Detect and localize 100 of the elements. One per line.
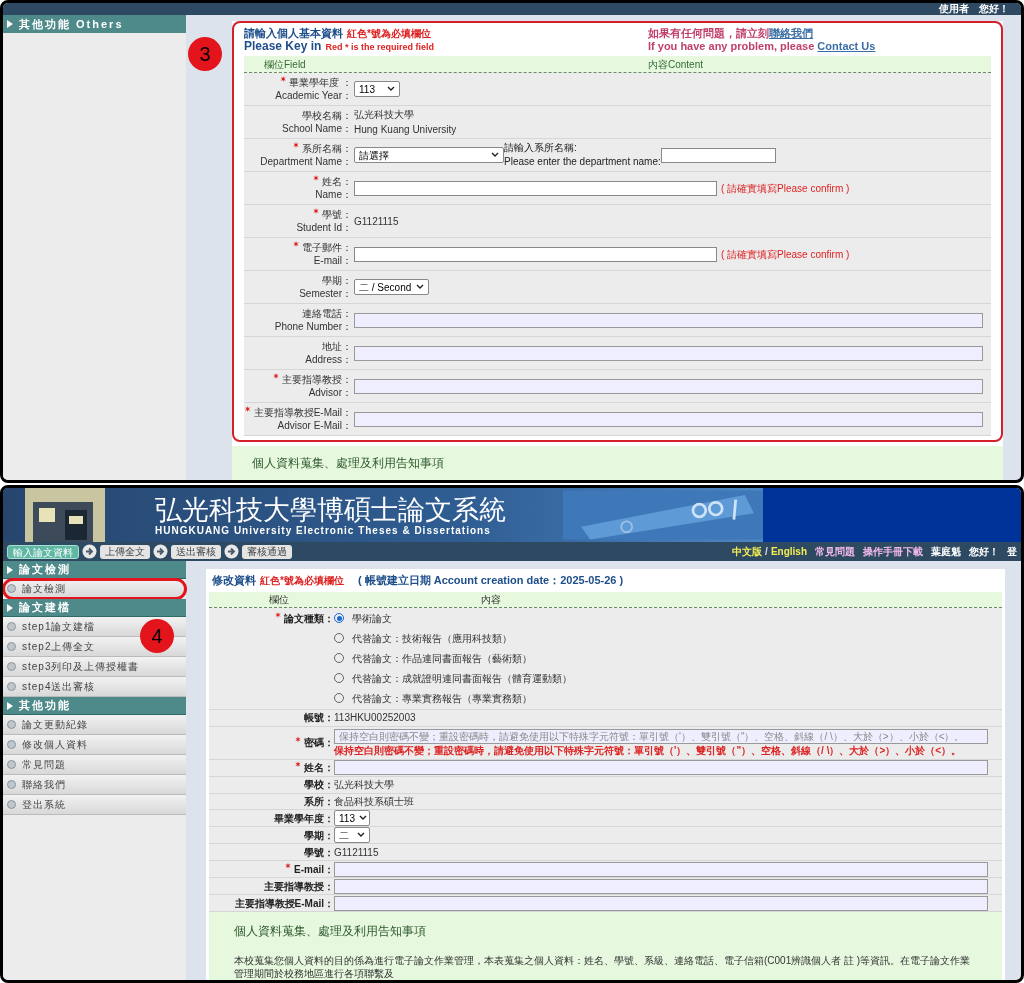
- dropdown-select[interactable]: 二: [334, 827, 370, 844]
- greeting-text: 您好！: [969, 545, 999, 559]
- step-tab[interactable]: 審核通過: [242, 544, 292, 559]
- field-label: E-mail：: [285, 861, 334, 877]
- field-label: Department Name：: [260, 155, 352, 168]
- field-label: School Name：: [281, 122, 352, 135]
- chevron-down-icon: [357, 832, 365, 839]
- sidebar-section-header[interactable]: 論文建檔: [3, 599, 186, 617]
- dropdown-select[interactable]: 113: [334, 810, 370, 827]
- required-note: 紅色*號為必填欄位: [347, 27, 431, 40]
- notice-title: 個人資料蒐集、處理及利用告知事項: [234, 922, 427, 940]
- header-link[interactable]: 操作手冊下載: [863, 544, 923, 559]
- input-field[interactable]: [354, 411, 983, 427]
- bullet-icon: [7, 622, 16, 631]
- field-label: 系所：: [304, 795, 334, 809]
- form-title: Please Key in: [244, 40, 322, 53]
- sidebar-item[interactable]: step3列印及上傳授權書: [3, 657, 186, 677]
- input-field[interactable]: [660, 147, 776, 163]
- radio-label: 學術論文: [352, 611, 392, 626]
- language-link[interactable]: 中文版: [732, 544, 763, 559]
- bullet-icon: [7, 800, 16, 809]
- required-note: 紅色*號為必填欄位: [260, 574, 344, 589]
- field-label: 論文種類：: [275, 610, 334, 626]
- chevron-down-icon: [416, 284, 424, 290]
- system-subtitle: HUNGKUANG University Electronic Theses & Dissertations: [155, 526, 492, 536]
- field-label: Advisor E-Mail：: [277, 419, 352, 432]
- field-label: 學號：: [304, 845, 334, 860]
- radio-label: 代替論文：技術報告（應用科技類）: [352, 631, 512, 646]
- greeting-text: 使用者 您好！: [939, 3, 1009, 15]
- chevron-down-icon: [387, 86, 395, 92]
- radio-label: 代替論文：作品連同書面報告（藝術類）: [352, 651, 532, 666]
- input-field[interactable]: [334, 861, 988, 877]
- bullet-icon: [7, 584, 16, 593]
- field-label: Advisor：: [308, 386, 352, 399]
- bullet-icon: [7, 642, 16, 651]
- chevron-down-icon: [491, 152, 499, 158]
- field-label: 學校：: [304, 778, 334, 793]
- column-header: 內容Content: [648, 57, 704, 72]
- language-separator: /: [765, 545, 768, 559]
- step-tab[interactable]: 送出審核: [171, 544, 221, 559]
- sidebar-item[interactable]: 聯絡我們: [3, 775, 186, 795]
- sidebar-item[interactable]: 修改個人資料: [3, 735, 186, 755]
- dropdown-select[interactable]: 請選擇: [354, 147, 504, 163]
- field-label: 主要指導教授：: [273, 373, 352, 386]
- dropdown-select[interactable]: 113: [354, 81, 400, 97]
- field-value: 食品科技系碩士班: [334, 795, 414, 809]
- sidebar-section-header[interactable]: 其他功能: [3, 697, 186, 715]
- field-label: 主要指導教授：: [264, 879, 334, 894]
- step-tab[interactable]: 上傳全文: [100, 544, 150, 559]
- sidebar-item[interactable]: 論文更動紀錄: [3, 715, 186, 735]
- field-value: Hung Kuang University: [354, 123, 457, 136]
- input-field[interactable]: [354, 246, 717, 262]
- notice-title: 個人資料蒐集、處理及利用告知事項: [252, 456, 444, 470]
- header-link[interactable]: 常見問題: [815, 544, 855, 559]
- system-title: 弘光科技大學博碩士論文系統: [155, 494, 506, 526]
- sidebar-item[interactable]: 論文檢測: [3, 579, 186, 599]
- field-value: G1121115: [354, 214, 399, 229]
- column-header: 內容: [481, 592, 501, 607]
- input-field[interactable]: [354, 345, 983, 361]
- account-creation-date: ( 帳號建立日期 Account creation date：2025-05-26 ): [357, 573, 624, 589]
- sidebar-item[interactable]: 常見問題: [3, 755, 186, 775]
- confirm-note: ( 請確實填寫Please confirm ): [721, 247, 850, 262]
- password-field[interactable]: 保持空白則密碼不變；重設密碼時，請避免使用以下特殊字元符號：單引號（'）、雙引號（"）、空格、斜線（/ \）、大於（>）、小於（<）。: [334, 728, 988, 744]
- field-label: 主要指導教授E-Mail：: [234, 896, 334, 911]
- input-field[interactable]: [334, 760, 988, 776]
- field-value: 113HKU00252003: [334, 711, 416, 726]
- sidebar-section-header[interactable]: 其他功能 Others: [3, 15, 186, 33]
- logout-link[interactable]: 登: [1007, 544, 1017, 559]
- field-label: 學校名稱：: [302, 109, 352, 122]
- bullet-icon: [7, 780, 16, 789]
- contact-link[interactable]: Contact Us: [817, 40, 876, 53]
- bullet-icon: [7, 740, 16, 749]
- form-title: 修改資料: [212, 573, 256, 589]
- sidebar-section-header[interactable]: 論文檢測: [3, 561, 186, 579]
- triangle-right-icon: [7, 701, 13, 710]
- input-field[interactable]: [334, 895, 988, 911]
- field-value: 弘光科技大學: [354, 108, 415, 121]
- input-field[interactable]: [354, 180, 717, 196]
- field-label: 學期：: [304, 828, 334, 843]
- field-label: 密碼：: [295, 735, 334, 751]
- field-label: Name：: [315, 188, 352, 201]
- bullet-icon: [7, 662, 16, 671]
- confirm-note: ( 請確實填寫Please confirm ): [721, 181, 850, 196]
- field-label: 畢業學年度 ：: [280, 76, 352, 89]
- input-field[interactable]: [354, 378, 983, 394]
- notice-paragraph: 本校蒐集您個人資料的目的係為進行電子論文作業管理，本表蒐集之個人資料：姓名、學號、系級、連絡電話、電子信箱(C001辨識個人者 註 )等資訊。在電子論文作業管理期間於校務地區進行各項聯繫及: [234, 953, 972, 980]
- help-text: 如果有任何問題，請立刻: [648, 27, 769, 40]
- column-header: 欄位: [268, 592, 290, 607]
- sidebar-item[interactable]: step4送出審核: [3, 677, 186, 697]
- input-field[interactable]: [354, 312, 983, 328]
- field-hint: Please enter the department name:: [504, 155, 661, 169]
- input-field[interactable]: [334, 878, 988, 894]
- triangle-right-icon: [7, 565, 13, 574]
- dropdown-select[interactable]: 二 / Second: [354, 279, 429, 295]
- language-link[interactable]: English: [770, 544, 807, 559]
- field-label: 主要指導教授E-Mail：: [244, 406, 352, 419]
- field-label: 姓名：: [295, 760, 334, 776]
- contact-link[interactable]: 聯絡我們: [769, 27, 813, 40]
- required-note: Red * is the required field: [325, 41, 434, 54]
- sidebar-item[interactable]: 登出系統: [3, 795, 186, 815]
